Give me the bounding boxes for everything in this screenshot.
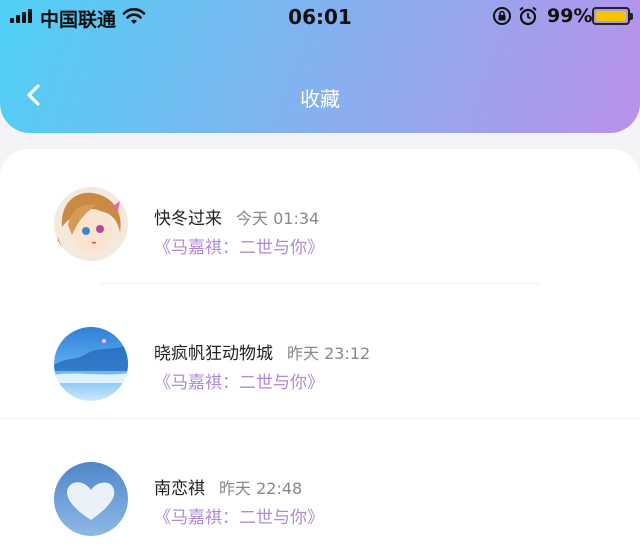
battery-percent: 99%: [547, 5, 593, 27]
timestamp: 昨天 22:48: [219, 479, 303, 498]
avatar: [54, 187, 128, 261]
timestamp: 今天 01:34: [236, 209, 320, 228]
list-item[interactable]: 快冬过来 今天 01:34 《马嘉祺：二世与你》: [0, 149, 640, 284]
work-title: 《马嘉祺：二世与你》: [154, 373, 324, 393]
clock: 06:01: [288, 5, 352, 29]
work-title: 《马嘉祺：二世与你》: [154, 238, 324, 258]
timestamp: 昨天 23:12: [287, 344, 371, 363]
avatar: [54, 327, 128, 401]
orientation-lock-icon: [493, 7, 511, 25]
avatar: [54, 462, 128, 536]
header: 中国联通 06:01 99% 收藏: [0, 0, 640, 133]
battery-icon: [592, 7, 633, 25]
user-name: 南恋祺: [154, 479, 205, 499]
work-title: 《马嘉祺：二世与你》: [154, 508, 324, 528]
alarm-icon: [519, 6, 537, 26]
favorites-list: 快冬过来 今天 01:34 《马嘉祺：二世与你》 晓疯帆狂动物城 昨天 23:1…: [0, 149, 640, 555]
user-name: 晓疯帆狂动物城: [154, 344, 273, 364]
user-name: 快冬过来: [154, 209, 222, 229]
list-item[interactable]: 晓疯帆狂动物城 昨天 23:12 《马嘉祺：二世与你》: [0, 284, 640, 419]
status-bar: 中国联通 06:01 99%: [0, 0, 640, 34]
page-title: 收藏: [300, 87, 340, 111]
list-item[interactable]: 南恋祺 昨天 22:48 《马嘉祺：二世与你》: [0, 419, 640, 554]
